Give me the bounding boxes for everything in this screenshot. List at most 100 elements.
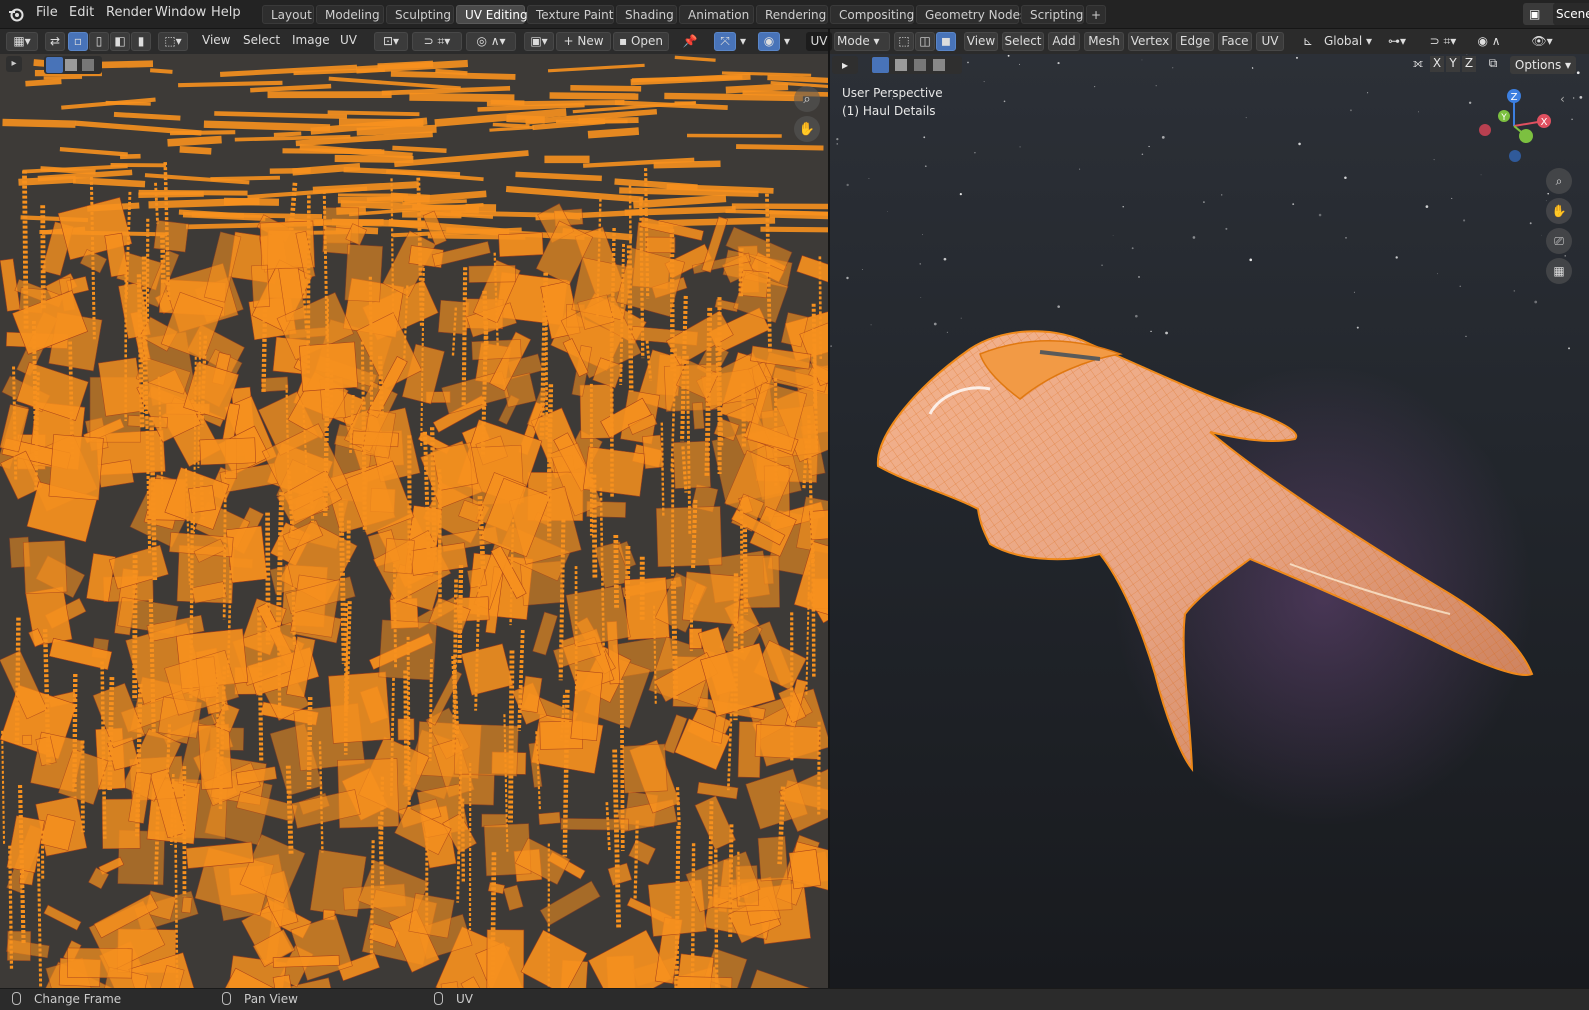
transform-orientation-select[interactable]: Global ▾ bbox=[1318, 32, 1378, 51]
tab-modeling[interactable]: Modeling bbox=[316, 5, 384, 24]
edge-mode-icon[interactable]: ◫ bbox=[915, 32, 935, 51]
face-select-icon[interactable]: ◧ bbox=[110, 32, 130, 51]
vp-menu-face[interactable]: Face bbox=[1218, 32, 1252, 51]
cursor-tool-icon[interactable]: ▸ bbox=[6, 56, 22, 72]
vp-select-box-icon[interactable] bbox=[872, 57, 889, 73]
uv-map-canvas[interactable] bbox=[0, 54, 828, 988]
pin-icon[interactable]: 📌 bbox=[680, 32, 700, 51]
menu-render[interactable]: Render bbox=[106, 5, 152, 20]
pan-hand-icon[interactable]: ✋ bbox=[1546, 198, 1572, 224]
navigation-gizmo[interactable]: Z X Y bbox=[1474, 86, 1554, 166]
face-mode-icon[interactable]: ◼ bbox=[936, 32, 956, 51]
sidebar-toggle-icon[interactable]: ‹ bbox=[1560, 92, 1565, 106]
menu-edit[interactable]: Edit bbox=[69, 5, 94, 20]
tab-rendering[interactable]: Rendering bbox=[756, 5, 828, 24]
mode-selector[interactable]: Mode ▾ bbox=[834, 32, 890, 51]
proportional-edit-icon[interactable]: ◎ ∧▾ bbox=[466, 32, 516, 51]
mirror-axes: X Y Z bbox=[1430, 56, 1480, 74]
zoom-icon[interactable]: ⌕ bbox=[1546, 168, 1572, 194]
status-bar: Change Frame Pan View UV bbox=[0, 988, 1589, 1010]
gizmo-dropdown-icon[interactable]: ▾ bbox=[737, 32, 749, 51]
new-image-button[interactable]: + New bbox=[556, 32, 611, 51]
tab-layout[interactable]: Layout bbox=[262, 5, 314, 24]
mode-value: Mode bbox=[837, 34, 870, 48]
vp-menu-mesh[interactable]: Mesh bbox=[1084, 32, 1124, 51]
uv-menu-image[interactable]: Image bbox=[292, 33, 330, 47]
mirror-x[interactable]: X bbox=[1430, 56, 1444, 72]
camera-icon[interactable]: ⎚ bbox=[1546, 228, 1572, 254]
overlay-toggle-icon[interactable]: ◉ bbox=[758, 32, 780, 51]
gizmo-toggle-icon[interactable]: ⤧ bbox=[714, 32, 736, 51]
tab-animation[interactable]: Animation bbox=[679, 5, 754, 24]
topology-mirror-icon[interactable]: ⧉ bbox=[1486, 56, 1500, 72]
overlay-dropdown-icon[interactable]: ▾ bbox=[781, 32, 793, 51]
vertex-select-icon[interactable]: ▫ bbox=[68, 32, 88, 51]
uv-editor-header: ▦▾ ⇄ ▫ ▯ ◧ ▮ ⬚▾ View Select Image UV ⊡▾ … bbox=[0, 29, 828, 54]
tab-sculpting[interactable]: Sculpting bbox=[386, 5, 454, 24]
menu-window[interactable]: Window bbox=[155, 5, 206, 20]
pivot-point-icon[interactable]: ⊶▾ bbox=[1382, 32, 1412, 51]
3d-viewport[interactable]: ▸ User Perspective (1) Haul Details ⟗ X … bbox=[830, 54, 1589, 988]
select-box-icon[interactable] bbox=[46, 57, 63, 73]
menu-file[interactable]: File bbox=[36, 5, 58, 20]
add-workspace-button[interactable]: + bbox=[1086, 5, 1106, 24]
uv-menu-select[interactable]: Select bbox=[243, 33, 280, 47]
vp-menu-edge[interactable]: Edge bbox=[1176, 32, 1214, 51]
snapping-icon[interactable]: ⊃ ⌗▾ bbox=[1420, 32, 1466, 51]
vp-menu-uv[interactable]: UV bbox=[1256, 32, 1284, 51]
vertex-mode-icon[interactable]: ⬚ bbox=[894, 32, 914, 51]
gizmo-neg-z-axis[interactable] bbox=[1509, 150, 1521, 162]
blender-logo-icon[interactable] bbox=[8, 6, 24, 22]
mirror-icon[interactable]: ⟗ bbox=[1410, 56, 1426, 74]
vp-menu-add[interactable]: Add bbox=[1048, 32, 1080, 51]
viewport-object-label: (1) Haul Details bbox=[842, 104, 936, 118]
scene-icon[interactable]: ▣ bbox=[1523, 3, 1557, 25]
tab-compositing[interactable]: Compositing bbox=[830, 5, 914, 24]
tab-shading[interactable]: Shading bbox=[616, 5, 677, 24]
uv-editor-area[interactable]: ▸ ⌕ ✋ bbox=[0, 54, 828, 988]
vp-menu-view[interactable]: View bbox=[964, 32, 998, 51]
tab-scripting[interactable]: Scripting bbox=[1021, 5, 1084, 24]
vp-menu-select[interactable]: Select bbox=[1002, 32, 1044, 51]
tab-texture-paint[interactable]: Texture Paint bbox=[527, 5, 614, 24]
visibility-icon[interactable]: 👁▾ bbox=[1530, 32, 1554, 51]
gizmo-x-label: X bbox=[1541, 117, 1548, 128]
tab-geometry-nodes[interactable]: Geometry Nodes bbox=[916, 5, 1019, 24]
options-dropdown[interactable]: Options ▾ bbox=[1510, 56, 1576, 74]
island-select-icon[interactable]: ▮ bbox=[131, 32, 151, 51]
uv-menu-view[interactable]: View bbox=[202, 33, 230, 47]
pan-hand-icon[interactable]: ✋ bbox=[794, 116, 820, 142]
pivot-icon[interactable]: ⊡▾ bbox=[374, 32, 408, 51]
viewport-perspective-label: User Perspective bbox=[842, 86, 943, 100]
edge-select-icon[interactable]: ▯ bbox=[89, 32, 109, 51]
grid-perspective-icon[interactable]: ▦ bbox=[1546, 258, 1572, 284]
vp-select-invert-icon[interactable] bbox=[933, 59, 945, 71]
editor-type-icon[interactable]: ▦▾ bbox=[6, 32, 38, 51]
open-image-button[interactable]: ▪ Open bbox=[613, 32, 669, 51]
mouse-middle-icon bbox=[222, 992, 231, 1005]
gizmo-y-label: Y bbox=[1500, 113, 1507, 123]
scene-selector[interactable]: Scene bbox=[1553, 3, 1589, 25]
viewport-scene bbox=[830, 54, 1589, 988]
mirror-z[interactable]: Z bbox=[1462, 56, 1476, 72]
sync-selection-icon[interactable]: ⇄ bbox=[45, 32, 65, 51]
mirror-y[interactable]: Y bbox=[1446, 56, 1460, 72]
gizmo-neg-x-axis[interactable] bbox=[1479, 124, 1491, 136]
snap-icon[interactable]: ⊃ ⌗▾ bbox=[412, 32, 462, 51]
sticky-select-icon[interactable]: ⬚▾ bbox=[158, 32, 188, 51]
tab-uv-editing[interactable]: UV Editing bbox=[456, 5, 525, 24]
haul-details-mesh[interactable] bbox=[878, 331, 1532, 769]
image-browse-icon[interactable]: ▣▾ bbox=[524, 32, 554, 51]
zoom-icon[interactable]: ⌕ bbox=[794, 86, 820, 112]
vp-select-extend-icon[interactable] bbox=[895, 59, 907, 71]
select-extend-icon[interactable] bbox=[65, 59, 77, 71]
viewport-tool-icon[interactable]: ▸ bbox=[832, 56, 858, 74]
proportional-icon[interactable]: ◉ ∧ bbox=[1470, 32, 1508, 51]
select-subtract-icon[interactable] bbox=[82, 59, 94, 71]
vp-menu-vertex[interactable]: Vertex bbox=[1128, 32, 1172, 51]
status-change-frame: Change Frame bbox=[34, 992, 121, 1006]
vp-select-subtract-icon[interactable] bbox=[914, 59, 926, 71]
menu-help[interactable]: Help bbox=[211, 5, 241, 20]
uv-menu-uv[interactable]: UV bbox=[340, 33, 357, 47]
gizmo-neg-y-axis[interactable] bbox=[1519, 129, 1533, 143]
